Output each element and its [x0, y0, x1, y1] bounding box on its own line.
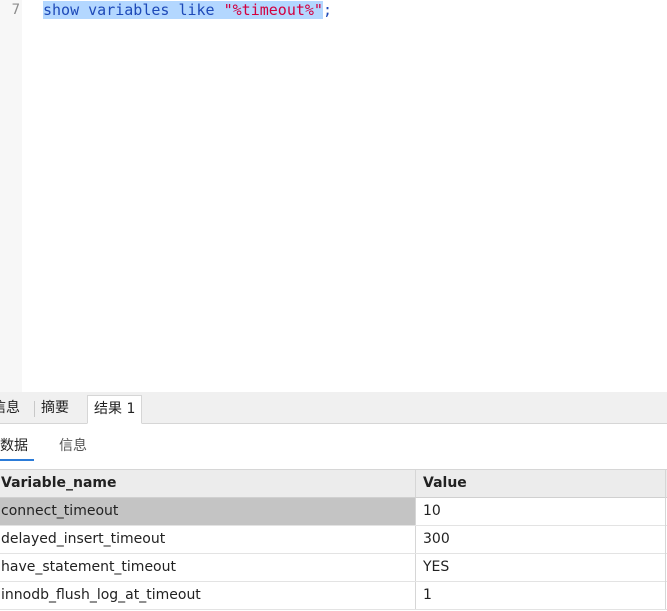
selected-text[interactable]: show variables like "%timeout%": [43, 1, 323, 19]
cell-variable-name[interactable]: connect_timeout: [0, 498, 415, 525]
cell-variable-name[interactable]: delayed_insert_timeout: [0, 526, 415, 553]
cell-variable-name[interactable]: have_statement_timeout: [0, 554, 415, 581]
column-header-variable-name[interactable]: Variable_name: [0, 470, 415, 497]
tab-summary[interactable]: 摘要: [35, 395, 75, 422]
column-header-value[interactable]: Value: [415, 470, 665, 497]
subtab-data[interactable]: 数据: [0, 436, 28, 456]
cell-value[interactable]: 300: [415, 526, 665, 553]
table-row[interactable]: delayed_insert_timeout 300: [0, 526, 667, 554]
table-row[interactable]: have_statement_timeout YES: [0, 554, 667, 582]
semicolon: ;: [322, 1, 332, 19]
subtab-info[interactable]: 信息: [59, 436, 87, 456]
results-panel: 信息 摘要 结果 1 数据 信息 Variable_name Value con…: [0, 392, 667, 611]
table-row[interactable]: innodb_flush_log_at_timeout 1: [0, 582, 667, 610]
result-subtab-strip: 数据 信息: [0, 424, 667, 466]
cell-variable-name[interactable]: innodb_flush_log_at_timeout: [0, 582, 415, 609]
active-subtab-indicator: [0, 459, 34, 461]
table-row[interactable]: connect_timeout 10: [0, 498, 667, 526]
line-gutter: 7: [0, 0, 22, 392]
sql-editor[interactable]: 7 show variables like "%timeout%";: [0, 0, 667, 392]
keyword-show: show: [43, 1, 80, 19]
tab-result-1[interactable]: 结果 1: [87, 395, 143, 424]
line-number: 7: [11, 2, 20, 18]
grid-header: Variable_name Value: [0, 470, 667, 498]
cell-value[interactable]: YES: [415, 554, 665, 581]
result-grid[interactable]: Variable_name Value connect_timeout 10 d…: [0, 469, 667, 610]
keyword-variables: variables: [88, 1, 170, 19]
query-window: 7 show variables like "%timeout%"; 信息 摘要…: [0, 0, 667, 611]
grid-right-border: [665, 469, 666, 609]
tab-messages[interactable]: 信息: [0, 395, 26, 422]
result-tab-strip: 信息 摘要 结果 1: [0, 392, 667, 424]
cell-value[interactable]: 1: [415, 582, 665, 609]
string-literal: "%timeout%": [223, 1, 323, 19]
keyword-like: like: [178, 1, 215, 19]
code-line[interactable]: show variables like "%timeout%";: [43, 1, 332, 19]
cell-value[interactable]: 10: [415, 498, 665, 525]
